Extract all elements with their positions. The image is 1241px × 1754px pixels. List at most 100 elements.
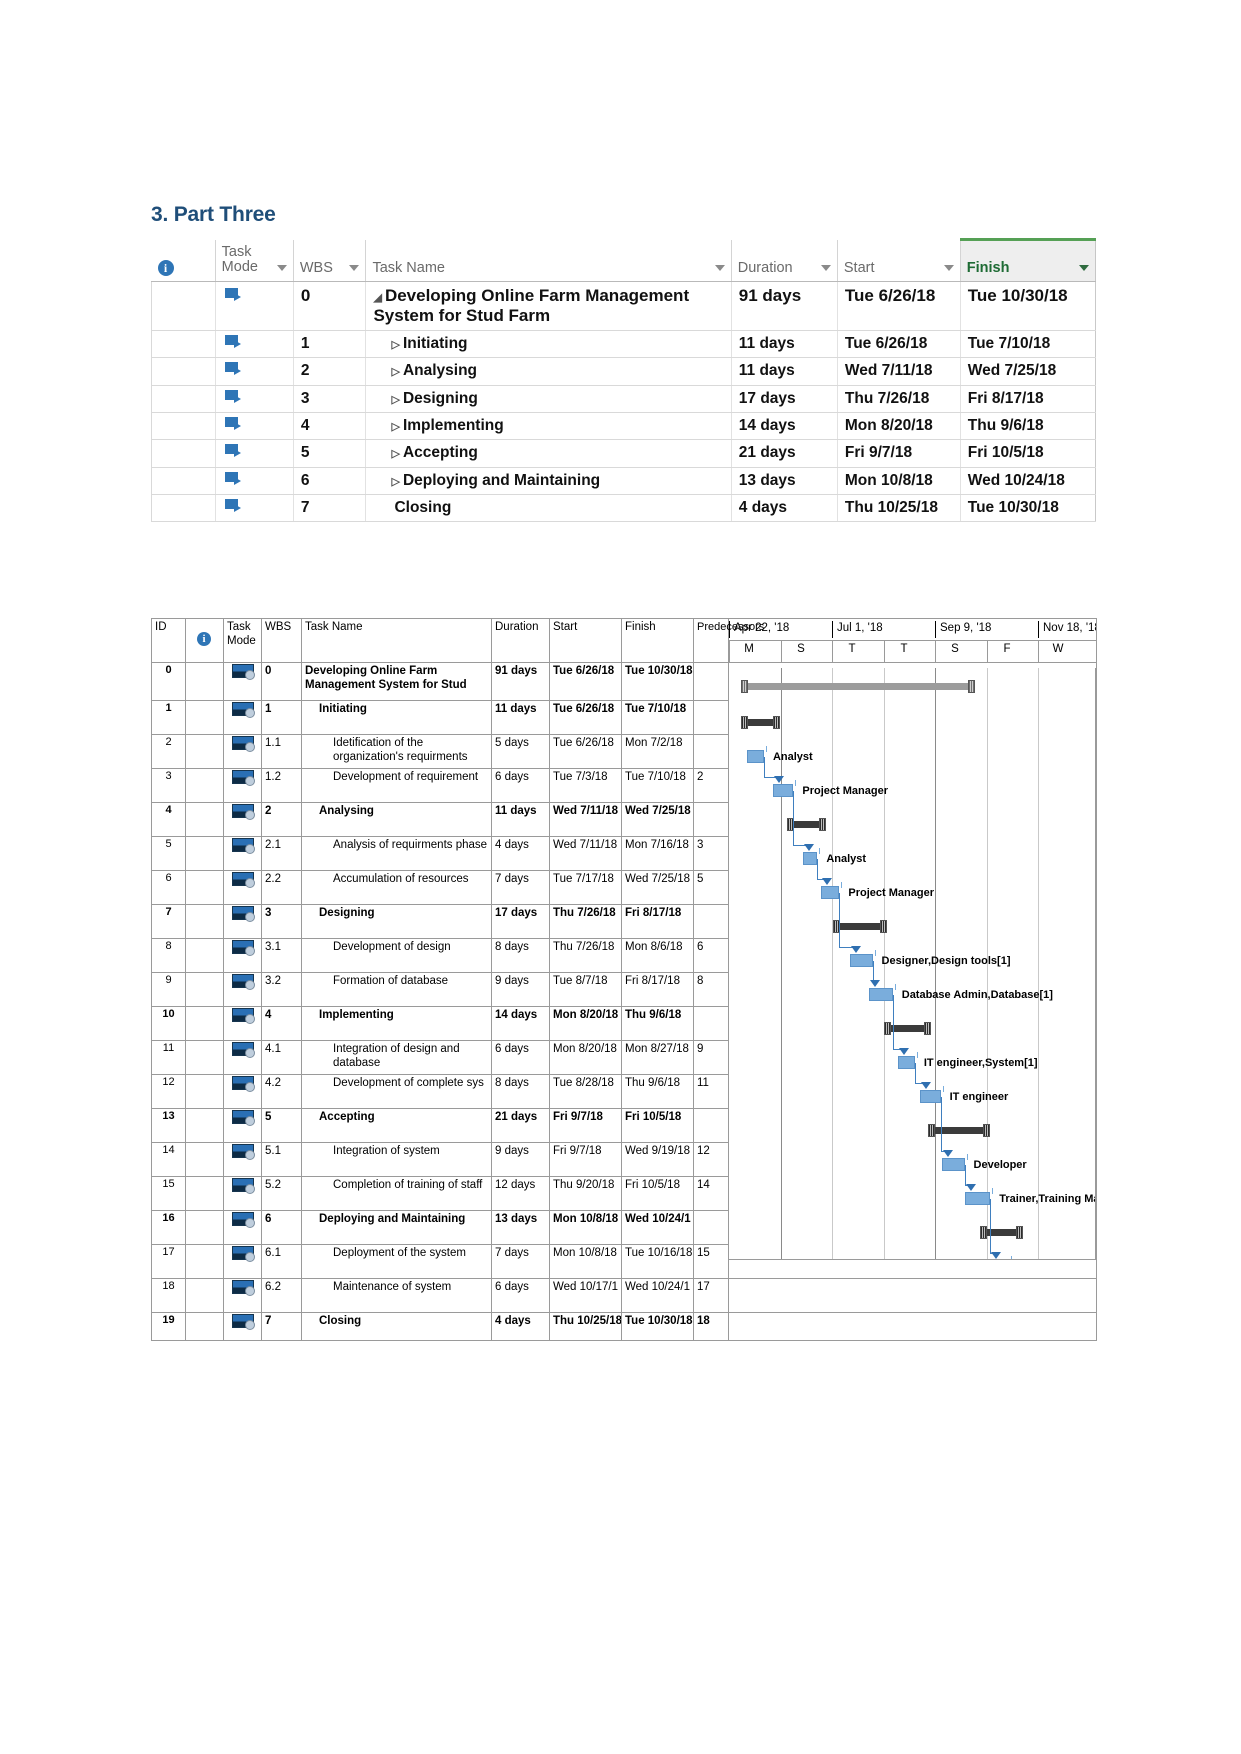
expand-collapse-icon[interactable]: ▷ [391,421,399,434]
row-task-name-cell[interactable]: Analysis of requirments phase [301,836,492,871]
row-task-name-cell[interactable]: Deploying and Maintaining [301,1210,492,1245]
gantt-task-bar[interactable] [964,1192,991,1205]
row-task-name-cell[interactable]: Development of design [301,938,492,973]
row-task-name-cell[interactable]: Integration of design and database [301,1040,492,1075]
row-task-mode-cell[interactable] [223,836,262,871]
chevron-down-icon[interactable] [276,265,287,271]
row-task-name-cell[interactable]: Integration of system [301,1142,492,1177]
row-task-mode-cell[interactable] [223,662,262,701]
row-task-mode-cell[interactable] [223,802,262,837]
gantt-task-bar[interactable] [747,750,764,763]
row-task-name-cell[interactable]: Implementing [301,1006,492,1041]
gantt-summary-bar[interactable] [982,1229,1020,1236]
row-task-mode-cell[interactable] [223,1312,262,1341]
row-task-name-cell[interactable]: Closing [301,1312,492,1341]
row-task-mode-cell[interactable] [223,1210,262,1245]
gantt-task-bar[interactable] [821,886,840,899]
chevron-down-icon[interactable] [714,265,725,271]
chevron-down-icon[interactable] [820,265,831,271]
gantt-task-bar[interactable] [898,1056,915,1069]
row-task-name-cell[interactable]: Development of requirement [301,768,492,803]
column-header-indicators[interactable]: i [151,239,216,282]
column-header-start[interactable]: Start [837,239,961,282]
column-header-task-mode[interactable]: Task Mode [215,239,294,282]
row-task-mode-cell[interactable] [223,1142,262,1177]
table-row[interactable]: 19 7 Closing 4 days Thu 10/25/18 Tue 10/30/18… [151,1312,1097,1341]
row-task-mode-cell[interactable] [223,700,262,735]
gantt-summary-bar[interactable] [835,923,884,930]
column-header-duration[interactable]: Duration [731,239,838,282]
row-task-mode-cell[interactable] [223,1108,262,1143]
row-task-name-cell[interactable]: Accumulation of resources [301,870,492,905]
row-task-mode-cell[interactable] [223,768,262,803]
table-row[interactable]: 5 ▷ Accepting 21 days Fri 9/7/18 Fri 10/5/18 [151,439,1097,468]
row-task-mode-cell[interactable] [223,870,262,905]
table-row[interactable]: 7 Closing 4 days Thu 10/25/18 Tue 10/30/18 [151,494,1097,523]
expand-collapse-icon[interactable]: ▷ [391,366,399,379]
row-task-mode-cell[interactable] [223,972,262,1007]
chevron-down-icon[interactable] [1079,265,1089,271]
row-task-mode-cell[interactable] [215,494,294,523]
row-task-name-cell[interactable]: Initiating [301,700,492,735]
gantt-task-bar[interactable] [773,784,794,797]
gantt-task-bar[interactable] [850,954,873,967]
chevron-down-icon[interactable] [349,265,360,271]
row-task-mode-cell[interactable] [215,357,294,386]
table-row[interactable]: 0 ◢ Developing Online Farm Management Syst… [151,281,1097,332]
row-task-name-cell[interactable]: Idetification of the organization's requ… [301,734,492,769]
row-task-mode-cell[interactable] [223,1006,262,1041]
table-row[interactable]: 2 ▷ Analysing 11 days Wed 7/11/18 Wed 7/25/18 [151,357,1097,386]
column-header-task-name[interactable]: Task Name [365,239,732,282]
row-task-name-cell[interactable]: ▷ Accepting [365,439,732,468]
row-task-name-cell[interactable]: Analysing [301,802,492,837]
row-task-mode-cell[interactable] [215,281,294,332]
expand-collapse-icon[interactable]: ▷ [391,339,399,352]
table-row[interactable]: 18 6.2 Maintenance of system 6 days Wed 10/1… [151,1278,1097,1313]
row-task-name-cell[interactable]: ▷ Designing [365,385,732,413]
gantt-task-bar[interactable] [802,852,818,865]
row-task-name-cell[interactable]: Development of complete sys [301,1074,492,1109]
row-task-mode-cell[interactable] [215,330,294,359]
row-task-mode-cell[interactable] [223,734,262,769]
row-task-mode-cell[interactable] [215,412,294,441]
row-task-mode-cell[interactable] [223,1040,262,1075]
row-task-name-cell[interactable]: Deployment of the system [301,1244,492,1279]
gantt-task-bar[interactable] [942,1158,965,1171]
row-task-name-cell[interactable]: ◢ Developing Online Farm Management Syste… [365,281,732,332]
table-row[interactable]: 1 ▷ Initiating 11 days Tue 6/26/18 Tue 7/10/1… [151,330,1097,359]
row-task-mode-cell[interactable] [223,904,262,939]
table-row[interactable]: 4 ▷ Implementing 14 days Mon 8/20/18 Thu 9/6/… [151,412,1097,441]
row-task-mode-cell[interactable] [223,1176,262,1211]
column-header-finish[interactable]: Finish [959,238,1097,282]
gantt-task-bar[interactable] [868,988,893,1001]
expand-collapse-icon[interactable]: ▷ [391,448,399,461]
row-task-name-cell[interactable]: ▷ Analysing [365,357,732,386]
expand-collapse-icon[interactable]: ◢ [373,292,381,305]
table-row[interactable]: 3 ▷ Designing 17 days Thu 7/26/18 Fri 8/17/18 [151,385,1097,413]
table-row[interactable]: 6 ▷ Deploying and Maintaining 13 days Mon 10… [151,467,1097,495]
row-task-name-cell[interactable]: Maintenance of system [301,1278,492,1313]
row-task-name-cell[interactable]: ▷ Initiating [365,330,732,359]
row-task-mode-cell[interactable] [223,1278,262,1313]
row-task-mode-cell[interactable] [223,1074,262,1109]
column-header-wbs[interactable]: WBS [293,239,367,282]
row-task-mode-cell[interactable] [223,1244,262,1279]
row-task-name-cell[interactable]: Accepting [301,1108,492,1143]
row-task-mode-cell[interactable] [215,385,294,413]
row-task-mode-cell[interactable] [215,467,294,495]
row-task-name-cell[interactable]: Formation of database [301,972,492,1007]
expand-collapse-icon[interactable]: ▷ [391,394,399,407]
row-task-name-cell[interactable]: Designing [301,904,492,939]
row-start-cell: Mon 8/20/18 [837,412,961,441]
gantt-summary-bar[interactable] [743,683,972,690]
chevron-down-icon[interactable] [943,265,954,271]
gantt-task-bar[interactable] [920,1090,941,1103]
row-task-name-cell[interactable]: ▷ Deploying and Maintaining [365,467,732,495]
row-task-mode-cell[interactable] [223,938,262,973]
row-task-name-cell[interactable]: Closing [365,494,732,523]
expand-collapse-icon[interactable]: ▷ [391,476,399,489]
row-task-name-cell[interactable]: Completion of training of staff [301,1176,492,1211]
row-task-name-cell[interactable]: Developing Online Farm Management System… [301,662,492,701]
row-task-name-cell[interactable]: ▷ Implementing [365,412,732,441]
row-task-mode-cell[interactable] [215,439,294,468]
